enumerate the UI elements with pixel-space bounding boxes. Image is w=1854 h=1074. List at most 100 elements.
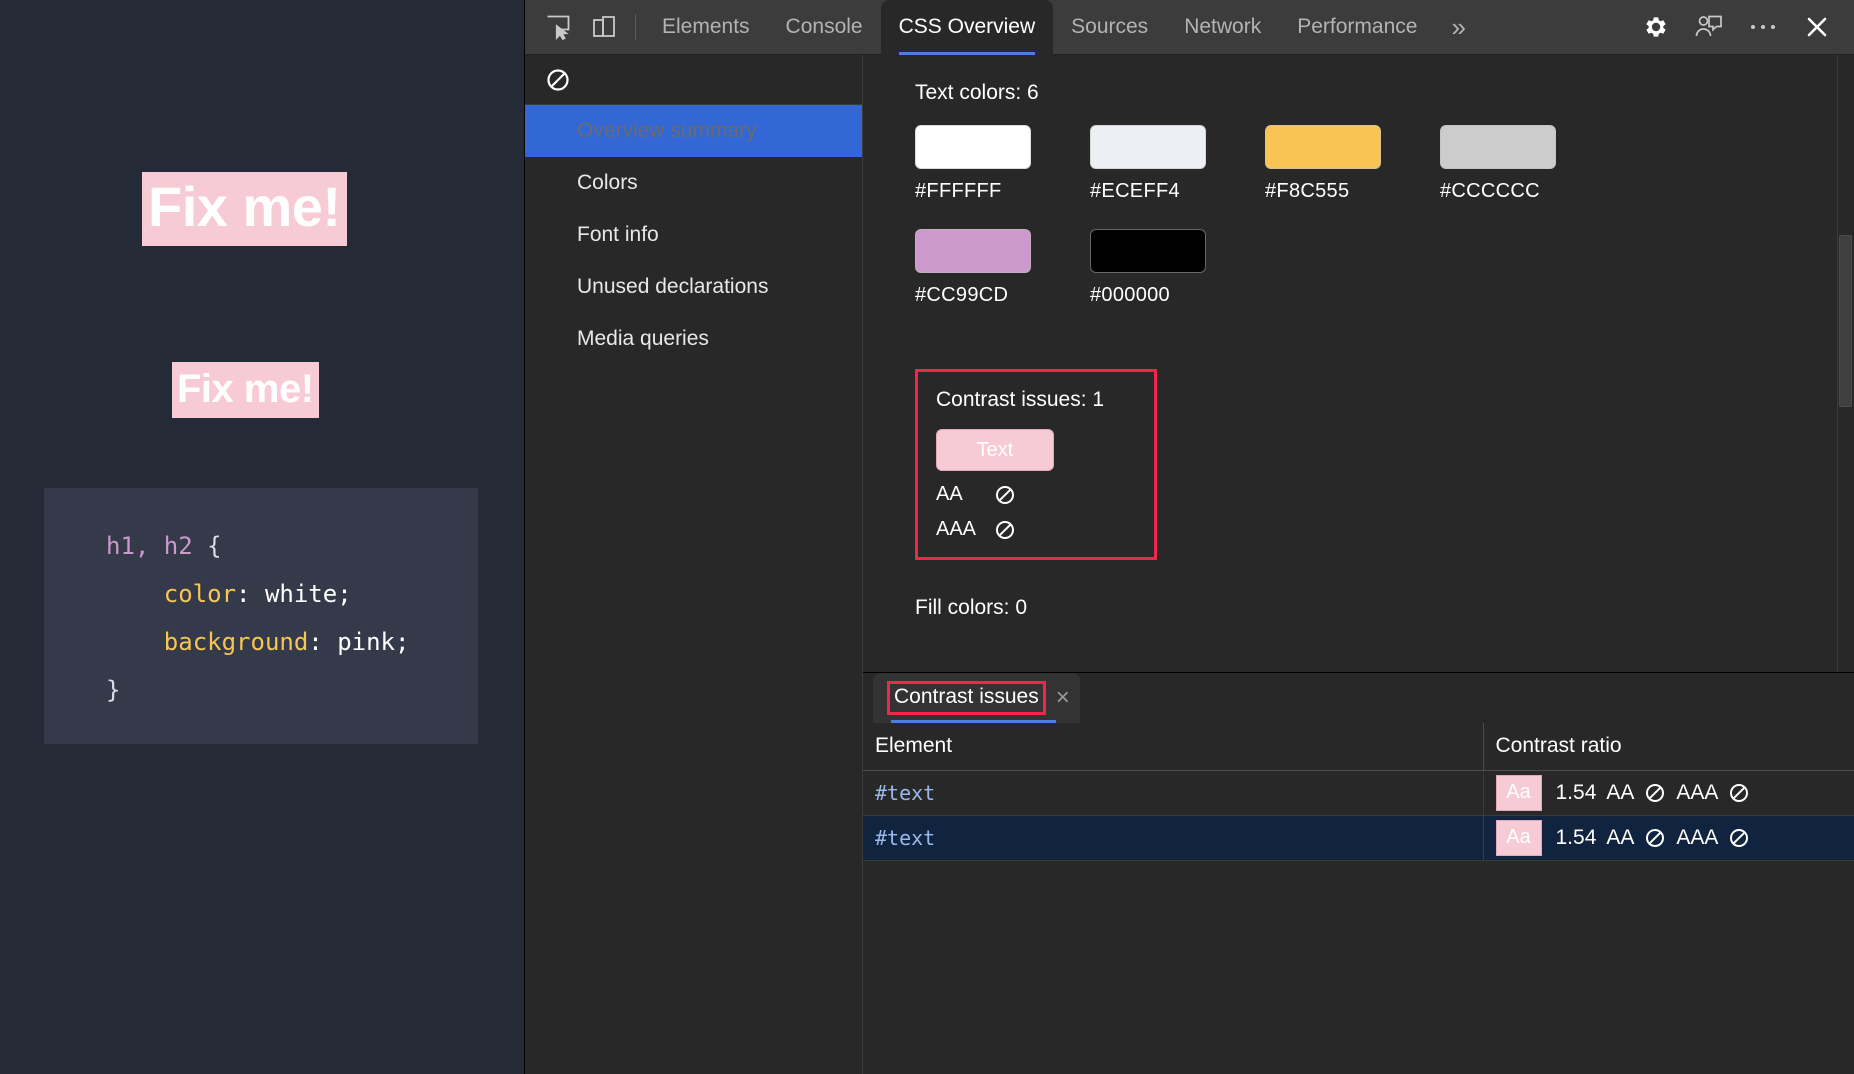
- swatch-cell[interactable]: #F8C555: [1265, 125, 1440, 203]
- swatch-cell[interactable]: #ECEFF4: [1090, 125, 1265, 203]
- sidebar-item-colors[interactable]: Colors: [525, 157, 862, 209]
- fail-icon: [1728, 827, 1750, 849]
- css-overview-sidebar-toolbar: [525, 55, 862, 105]
- contrast-aaa-label: AAA: [936, 518, 977, 540]
- text-colors-heading: Text colors: 6: [915, 81, 1039, 104]
- sidebar-item-overview-summary[interactable]: Overview summary: [525, 105, 862, 157]
- row-aa-label: AA: [1606, 780, 1635, 804]
- code-line-3: background: pink;: [106, 618, 478, 666]
- cell-element[interactable]: #text: [863, 815, 1484, 861]
- fail-icon: [994, 519, 1016, 541]
- color-swatch[interactable]: [915, 229, 1031, 273]
- swatch-cell[interactable]: #FFFFFF: [915, 125, 1090, 203]
- overview-scrollbar[interactable]: [1837, 55, 1854, 672]
- drawer-tabstrip: Contrast issues ×: [863, 673, 1854, 723]
- table-row[interactable]: #text Aa 1.54 AA AAA: [863, 770, 1854, 816]
- fail-icon: [1728, 782, 1750, 804]
- ratio-cell-content: Aa 1.54 AA AAA: [1495, 819, 1854, 856]
- fill-colors-heading: Fill colors: 0: [915, 596, 1028, 619]
- devtools-screenshot: Fix me! Fix me! h1, h2 { color: white; b…: [0, 0, 1854, 1074]
- toolbar-divider: [635, 14, 636, 40]
- swatch-cell[interactable]: #000000: [1090, 229, 1265, 307]
- contrast-issues-card: Contrast issues: 1 Text AA AAA: [915, 369, 1157, 560]
- ratio-value: 1.54: [1555, 780, 1597, 804]
- code-value-background: : pink;: [308, 628, 410, 656]
- ratio-text: 1.54 AA AAA: [1556, 826, 1751, 850]
- rendered-page-viewport: Fix me! Fix me! h1, h2 { color: white; b…: [0, 0, 524, 1074]
- css-overview-sidebar: Overview summary Colors Font info Unused…: [525, 55, 863, 1074]
- close-icon[interactable]: ×: [1056, 686, 1070, 710]
- code-line-1: h1, h2 {: [106, 522, 478, 570]
- color-swatch[interactable]: [1265, 125, 1381, 169]
- contrast-aa-row: AA: [936, 483, 1136, 506]
- close-icon[interactable]: [1790, 5, 1844, 49]
- clear-overview-icon[interactable]: [545, 67, 571, 93]
- row-aaa-label: AAA: [1676, 780, 1719, 804]
- color-hex-label: #ECEFF4: [1090, 180, 1180, 202]
- code-close-brace: }: [106, 676, 121, 704]
- drawer-empty-space: [863, 860, 1854, 1074]
- column-header-element[interactable]: Element: [863, 723, 1484, 771]
- code-property-color: color: [163, 580, 237, 608]
- feedback-person-icon[interactable]: [1682, 5, 1736, 49]
- more-tabs-chevron-icon[interactable]: »: [1435, 12, 1477, 43]
- table-header-row: Element Contrast ratio: [863, 723, 1854, 771]
- scrollbar-thumb[interactable]: [1839, 235, 1852, 407]
- devtools-main-toolbar: Elements Console CSS Overview Sources Ne…: [525, 0, 1854, 55]
- color-hex-label: #CC99CD: [915, 284, 1009, 306]
- color-swatch[interactable]: [1090, 229, 1206, 273]
- contrast-issues-drawer: Contrast issues × Element Contrast ratio: [863, 672, 1854, 1074]
- tab-console[interactable]: Console: [768, 0, 881, 55]
- page-heading-1: Fix me!: [142, 172, 347, 246]
- cell-contrast-ratio[interactable]: Aa 1.54 AA AAA: [1483, 770, 1854, 816]
- color-swatch[interactable]: [1440, 125, 1556, 169]
- row-aaa-label: AAA: [1676, 825, 1719, 849]
- color-hex-label: #FFFFFF: [915, 180, 1002, 202]
- column-header-contrast-ratio[interactable]: Contrast ratio: [1483, 723, 1854, 771]
- tab-css-overview[interactable]: CSS Overview: [880, 0, 1054, 55]
- device-toolbar-icon[interactable]: [581, 5, 627, 49]
- aa-preview-chip: Aa: [1495, 819, 1542, 856]
- drawer-tab-label: Contrast issues: [887, 681, 1046, 715]
- color-hex-label: #CCCCCC: [1440, 180, 1540, 202]
- tab-network[interactable]: Network: [1166, 0, 1279, 55]
- more-vertical-icon[interactable]: [1736, 5, 1790, 49]
- code-line-2: color: white;: [106, 570, 478, 618]
- code-selector: h1, h2: [106, 532, 193, 560]
- contrast-issues-heading: Contrast issues: 1: [936, 388, 1105, 411]
- color-hex-label: #F8C555: [1265, 180, 1350, 202]
- tab-elements[interactable]: Elements: [644, 0, 768, 55]
- overview-summary-scroll: Text colors: 6 #FFFFFF #ECEFF4 #F8C555 #…: [863, 55, 1854, 672]
- toolbar-right-actions: [1628, 5, 1854, 49]
- drawer-tab-contrast-issues[interactable]: Contrast issues ×: [873, 673, 1080, 723]
- color-swatch[interactable]: [915, 125, 1031, 169]
- sidebar-item-unused-declarations[interactable]: Unused declarations: [525, 261, 862, 313]
- contrast-aaa-row: AAA: [936, 518, 1136, 541]
- text-colors-swatch-grid: #FFFFFF #ECEFF4 #F8C555 #CCCCCC #CC99CD …: [915, 125, 1615, 333]
- swatch-cell[interactable]: #CCCCCC: [1440, 125, 1615, 203]
- cell-element[interactable]: #text: [863, 770, 1484, 816]
- color-swatch[interactable]: [1090, 125, 1206, 169]
- gear-icon[interactable]: [1628, 5, 1682, 49]
- sidebar-item-media-queries[interactable]: Media queries: [525, 313, 862, 365]
- css-overview-main: Text colors: 6 #FFFFFF #ECEFF4 #F8C555 #…: [863, 55, 1854, 1074]
- css-code-snippet: h1, h2 { color: white; background: pink;…: [44, 488, 478, 744]
- contrast-sample-swatch[interactable]: Text: [936, 429, 1054, 471]
- ratio-text: 1.54 AA AAA: [1556, 781, 1751, 805]
- row-aa-label: AA: [1606, 825, 1635, 849]
- fail-icon: [994, 484, 1016, 506]
- sidebar-item-font-info[interactable]: Font info: [525, 209, 862, 261]
- cell-contrast-ratio[interactable]: Aa 1.54 AA AAA: [1483, 815, 1854, 861]
- table-row[interactable]: #text Aa 1.54 AA AAA: [863, 815, 1854, 861]
- devtools-panel: Elements Console CSS Overview Sources Ne…: [524, 0, 1854, 1074]
- inspect-element-icon[interactable]: [535, 5, 581, 49]
- tab-performance[interactable]: Performance: [1279, 0, 1435, 55]
- aa-preview-chip: Aa: [1495, 774, 1542, 811]
- swatch-cell[interactable]: #CC99CD: [915, 229, 1090, 307]
- code-value-color: : white;: [236, 580, 352, 608]
- devtools-body: Overview summary Colors Font info Unused…: [525, 55, 1854, 1074]
- color-hex-label: #000000: [1090, 284, 1170, 306]
- code-property-background: background: [163, 628, 309, 656]
- fail-icon: [1644, 782, 1666, 804]
- tab-sources[interactable]: Sources: [1053, 0, 1166, 55]
